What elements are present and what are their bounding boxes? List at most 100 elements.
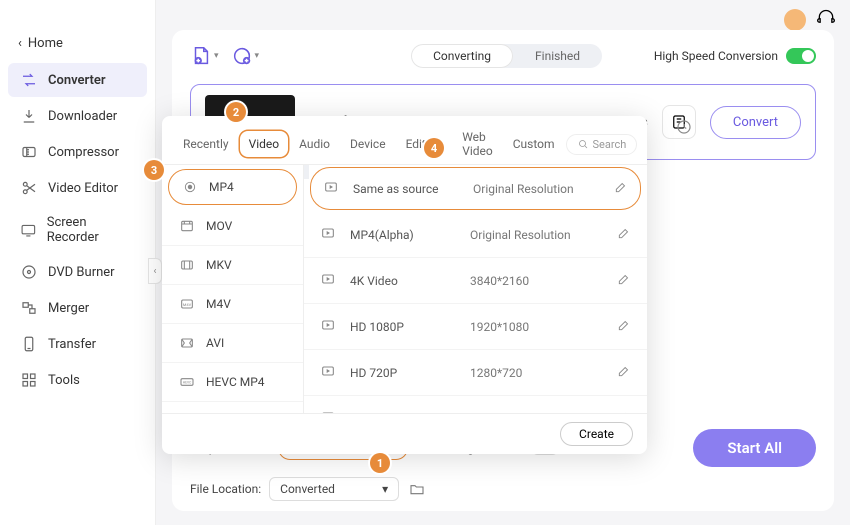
- format-label: M4V: [206, 297, 231, 311]
- chevron-down-icon: ▾: [255, 51, 260, 61]
- resolution-name: HD 720P: [350, 366, 470, 380]
- resolution-same-as-source[interactable]: Same as source Original Resolution: [310, 167, 641, 210]
- file-location-value: Converted: [280, 482, 335, 496]
- sidebar-item-label: Merger: [48, 301, 89, 316]
- merger-icon: [20, 299, 38, 317]
- sidebar-item-label: Video Editor: [48, 181, 118, 196]
- sidebar-item-merger[interactable]: Merger: [8, 291, 147, 325]
- edit-icon[interactable]: [617, 226, 631, 243]
- file-location-label: File Location:: [190, 482, 261, 496]
- format-label: AVI: [206, 336, 224, 350]
- tab-recently[interactable]: Recently: [174, 131, 238, 157]
- sidebar-item-converter[interactable]: Converter: [8, 63, 147, 97]
- sidebar-item-video-editor[interactable]: Video Editor: [8, 171, 147, 205]
- format-hevc-mkv[interactable]: HEVC HEVC MKV: [162, 402, 303, 413]
- tab-device[interactable]: Device: [341, 131, 395, 157]
- sidebar-item-transfer[interactable]: Transfer: [8, 327, 147, 361]
- popup-search[interactable]: Search: [566, 134, 638, 155]
- nav-back-label: Home: [28, 36, 63, 51]
- play-box-icon: [320, 271, 340, 290]
- sidebar-item-label: Screen Recorder: [47, 215, 135, 245]
- search-icon: [577, 138, 589, 150]
- output-format-box[interactable]: [662, 105, 696, 139]
- screen-recorder-icon: [20, 221, 37, 239]
- format-avi[interactable]: AVI: [162, 324, 303, 363]
- resolution-name: SD 480P: [350, 412, 470, 414]
- sidebar-item-screen-recorder[interactable]: Screen Recorder: [8, 207, 147, 253]
- compressor-icon: [20, 143, 38, 161]
- format-label: MKV: [206, 258, 232, 272]
- converter-icon: [20, 71, 38, 89]
- convert-button[interactable]: Convert: [710, 106, 801, 139]
- step-badge-2: 2: [226, 102, 246, 122]
- resolution-value: 640*480: [470, 412, 617, 414]
- high-speed-toggle-row: High Speed Conversion: [654, 48, 816, 64]
- add-folder-button[interactable]: ▾: [231, 45, 260, 67]
- start-all-button[interactable]: Start All: [693, 429, 816, 467]
- status-segment: Converting Finished: [411, 44, 602, 68]
- tab-audio[interactable]: Audio: [290, 131, 339, 157]
- sidebar-item-downloader[interactable]: Downloader: [8, 99, 147, 133]
- format-mp4[interactable]: MP4: [168, 169, 297, 205]
- transfer-icon: [20, 335, 38, 353]
- resolution-1080p[interactable]: HD 1080P 1920*1080: [304, 304, 647, 350]
- format-hevc-mp4[interactable]: HEVC HEVC MP4: [162, 363, 303, 402]
- edit-icon[interactable]: [614, 180, 628, 197]
- sidebar-item-tools[interactable]: Tools: [8, 363, 147, 397]
- nav-back[interactable]: ‹ Home: [0, 30, 155, 57]
- nav-items: Converter Downloader Compressor Video Ed…: [0, 63, 155, 397]
- tab-custom[interactable]: Custom: [504, 131, 564, 157]
- edit-icon[interactable]: [617, 318, 631, 335]
- format-label: MOV: [206, 219, 232, 233]
- edit-icon[interactable]: [617, 410, 631, 413]
- step-badge-1: 1: [370, 453, 390, 473]
- format-label: HEVC MP4: [206, 375, 265, 389]
- file-location-select[interactable]: Converted ▾: [269, 477, 399, 501]
- format-popup: Recently Video Audio Device Editing Web …: [162, 116, 647, 454]
- film-icon: [178, 217, 196, 235]
- resolution-720p[interactable]: HD 720P 1280*720: [304, 350, 647, 396]
- popup-tabs: Recently Video Audio Device Editing Web …: [162, 116, 647, 164]
- disc-icon: [20, 263, 38, 281]
- sidebar-item-label: Tools: [48, 373, 80, 388]
- format-mov[interactable]: MOV: [162, 207, 303, 246]
- film-icon: [178, 334, 196, 352]
- high-speed-toggle[interactable]: [786, 48, 816, 64]
- format-m4v[interactable]: M4V M4V: [162, 285, 303, 324]
- current-format-tag: MP4: [304, 165, 309, 179]
- format-mkv[interactable]: MKV: [162, 246, 303, 285]
- resolution-value: Original Resolution: [473, 182, 614, 196]
- film-icon: [178, 256, 196, 274]
- tab-video[interactable]: Video: [240, 131, 289, 157]
- edit-icon[interactable]: [617, 364, 631, 381]
- search-placeholder: Search: [593, 138, 627, 151]
- sidebar-item-label: DVD Burner: [48, 265, 115, 280]
- resolution-name: 4K Video: [350, 274, 470, 288]
- resolution-name: Same as source: [353, 182, 473, 196]
- sidebar-item-label: Downloader: [48, 109, 117, 124]
- sidebar-item-label: Converter: [48, 73, 106, 88]
- add-file-button[interactable]: ▾: [190, 45, 219, 67]
- play-box-icon: [320, 409, 340, 413]
- open-folder-icon[interactable]: [407, 479, 427, 499]
- edit-icon[interactable]: [617, 272, 631, 289]
- chevron-down-icon: ▾: [214, 51, 219, 61]
- create-button[interactable]: Create: [560, 422, 633, 446]
- sidebar: ‹ Home Converter Downloader Compressor V…: [0, 0, 156, 525]
- segment-converting[interactable]: Converting: [411, 44, 513, 68]
- sidebar-item-dvd-burner[interactable]: DVD Burner: [8, 255, 147, 289]
- play-box-icon: [323, 179, 343, 198]
- sidebar-item-compressor[interactable]: Compressor: [8, 135, 147, 169]
- resolution-mp4-alpha[interactable]: MP4(Alpha) Original Resolution: [304, 212, 647, 258]
- play-box-icon: [320, 317, 340, 336]
- play-box-icon: [320, 225, 340, 244]
- svg-text:M4V: M4V: [183, 302, 192, 307]
- resolution-480p[interactable]: SD 480P 640*480: [304, 396, 647, 413]
- scissors-icon: [20, 179, 38, 197]
- step-badge-4: 4: [424, 138, 444, 158]
- resolution-name: HD 1080P: [350, 320, 470, 334]
- resolution-list: MP4 Same as source Original Resolution M…: [304, 165, 647, 413]
- segment-finished[interactable]: Finished: [513, 44, 602, 68]
- tab-web-video[interactable]: Web Video: [453, 124, 502, 164]
- resolution-4k[interactable]: 4K Video 3840*2160: [304, 258, 647, 304]
